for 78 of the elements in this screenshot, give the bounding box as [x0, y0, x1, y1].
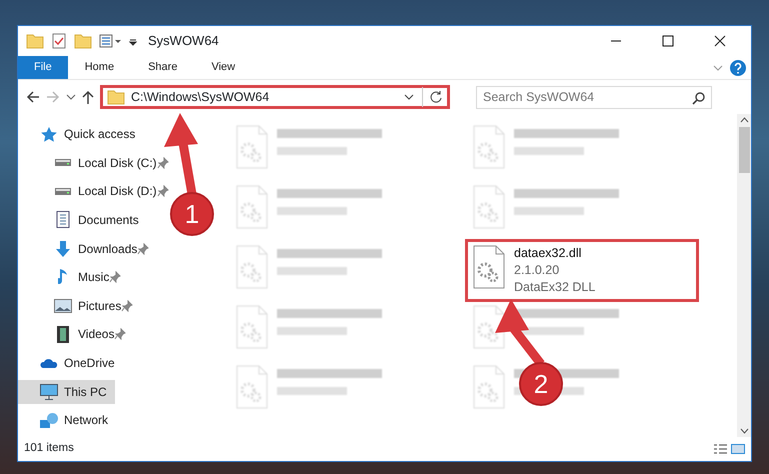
ribbon-tab[interactable]: File — [18, 56, 68, 79]
close-icon[interactable] — [714, 35, 726, 47]
details-view-icon[interactable] — [714, 444, 727, 454]
scroll-down-icon[interactable] — [740, 428, 748, 434]
drive-icon — [55, 159, 71, 166]
gear-file-icon — [235, 125, 269, 169]
star-icon — [40, 126, 58, 142]
film-icon — [57, 326, 69, 343]
download-arrow-icon — [56, 240, 70, 256]
help-icon[interactable] — [729, 58, 747, 76]
pin-icon[interactable] — [137, 242, 150, 254]
back-arrow-icon[interactable] — [26, 91, 40, 103]
scrollbar[interactable] — [737, 114, 751, 437]
folder-icon — [107, 88, 125, 106]
cloud-icon — [40, 358, 58, 368]
sidebar-item[interactable]: Documents — [54, 210, 139, 229]
gear-file-icon — [472, 245, 506, 289]
file-detail: 2.1.0.20 — [514, 262, 560, 279]
file-detail: DataEx32 DLL — [514, 279, 596, 296]
sidebar-item[interactable]: Pictures — [54, 296, 122, 315]
sidebar-item[interactable]: Music — [54, 268, 110, 286]
file-name: dataex32.dll — [514, 245, 582, 262]
gear-file-icon — [235, 365, 269, 409]
ribbon-tab[interactable]: Home — [68, 56, 132, 79]
sidebar-item[interactable]: Local Disk (D:) — [54, 182, 157, 200]
pin-icon[interactable] — [109, 271, 122, 284]
sidebar-item[interactable]: Quick access — [40, 125, 136, 143]
sidebar-item[interactable]: This PC — [18, 380, 115, 404]
gear-file-icon — [235, 305, 269, 349]
checklist-icon[interactable] — [50, 32, 68, 50]
properties-icon[interactable] — [98, 32, 122, 50]
monitor-icon — [40, 384, 58, 400]
network-icon — [40, 412, 58, 428]
sidebar-item[interactable]: OneDrive — [40, 354, 115, 372]
pin-icon[interactable] — [121, 300, 134, 312]
sidebar-item[interactable]: Videos — [54, 325, 114, 344]
step-marker: 2 — [519, 362, 563, 406]
maximize-icon[interactable] — [662, 35, 674, 47]
gear-file-icon — [472, 365, 506, 409]
blurred-text-bar — [277, 327, 347, 335]
scroll-thumb[interactable] — [738, 127, 750, 173]
minimize-icon[interactable] — [610, 40, 622, 42]
ribbon-tab[interactable]: Share — [131, 56, 194, 79]
ribbon-tab[interactable]: View — [194, 56, 252, 79]
up-arrow-icon[interactable] — [82, 90, 94, 104]
search-field[interactable]: Search SysWOW64 — [476, 86, 712, 108]
file-item[interactable]: dataex32.dll 2.1.0.20 DataEx32 DLL — [468, 242, 696, 299]
gear-file-icon — [472, 125, 506, 169]
blurred-text-bar — [514, 207, 584, 215]
pin-icon[interactable] — [156, 185, 169, 198]
gear-file-icon — [472, 185, 506, 229]
drive-icon — [55, 188, 71, 195]
refresh-icon[interactable] — [429, 90, 443, 104]
scroll-up-icon[interactable] — [740, 117, 748, 123]
pin-icon[interactable] — [156, 156, 169, 169]
sidebar-item[interactable]: Local Disk (C:) — [54, 154, 157, 172]
search-icon[interactable] — [692, 90, 706, 104]
step-marker: 1 — [170, 192, 214, 236]
blurred-text-bar — [277, 387, 347, 395]
blurred-text-bar — [514, 147, 584, 155]
document-icon — [56, 211, 70, 228]
music-note-icon — [58, 268, 68, 286]
window-title: SysWOW64 — [148, 32, 219, 50]
picture-icon — [54, 298, 72, 313]
gear-file-icon — [235, 245, 269, 289]
blurred-text-bar — [277, 267, 347, 275]
pin-icon[interactable] — [114, 328, 126, 340]
blurred-text-bar — [277, 207, 347, 215]
item-count: 101 items — [24, 441, 74, 456]
chevron-down-icon[interactable] — [404, 94, 414, 100]
blurred-text-bar — [277, 147, 347, 155]
gear-file-icon — [235, 185, 269, 229]
sidebar-item[interactable]: Downloads — [54, 240, 138, 258]
folder-path: C:\Windows\SysWOW64 — [131, 88, 270, 106]
sidebar-item[interactable]: Network — [40, 411, 108, 430]
gear-file-icon — [472, 305, 506, 349]
chevron-down-icon[interactable] — [66, 94, 76, 100]
address-bar[interactable]: C:\Windows\SysWOW64 — [100, 85, 450, 109]
